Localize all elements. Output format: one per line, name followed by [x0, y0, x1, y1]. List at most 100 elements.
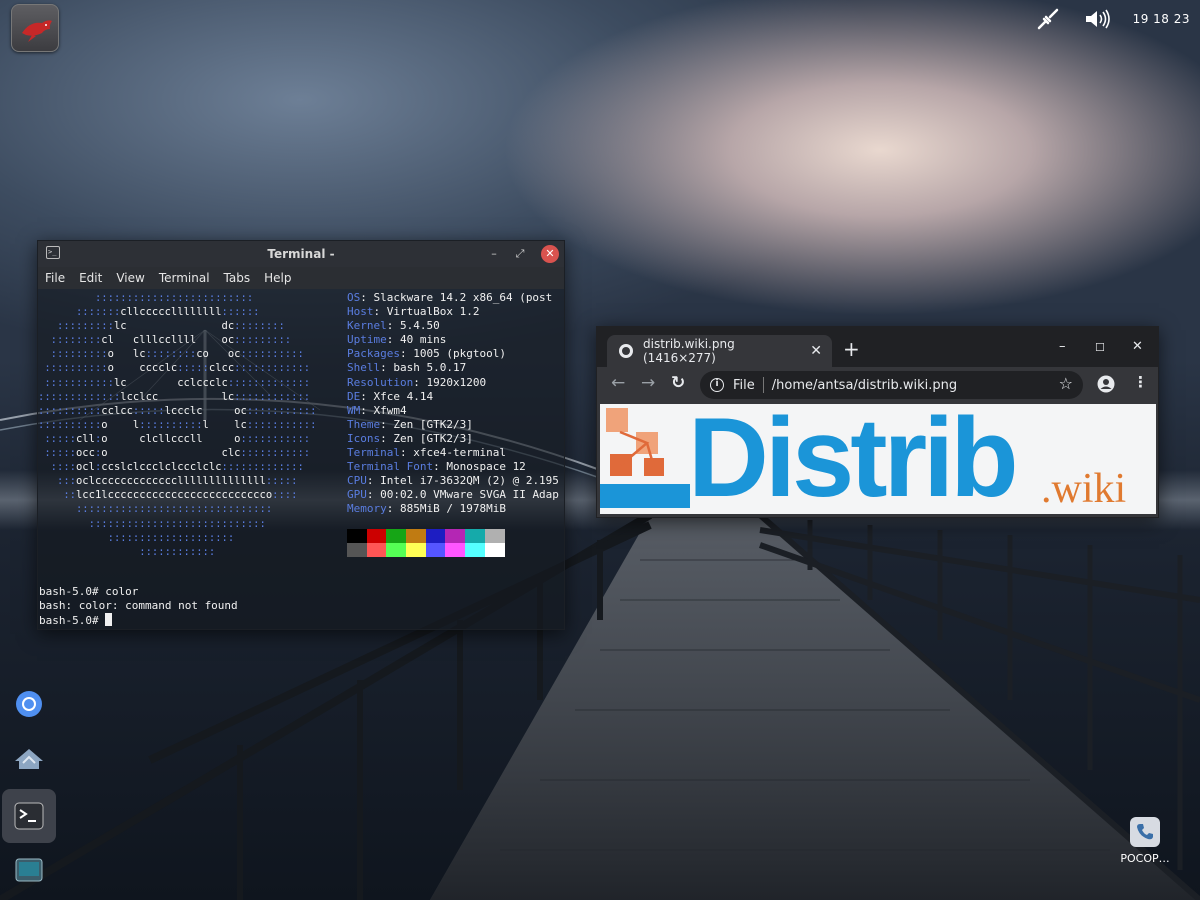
ascii-line: ::::::::::o cccclc:::::clcc::::::::::::	[44, 362, 311, 375]
palette-swatch	[347, 529, 367, 543]
minimize-button[interactable]: –	[485, 245, 503, 263]
info-key: Theme	[347, 417, 381, 431]
volume-icon[interactable]	[1083, 7, 1111, 31]
image-viewport[interactable]: Distrib .wiki	[600, 404, 1156, 514]
ascii-line: :::::::::::::::::::::::::::::::	[75, 503, 273, 516]
maximize-button[interactable]: ☐	[1095, 341, 1105, 354]
info-key: Resolution	[347, 375, 414, 389]
desktop-shortcut[interactable]: POCOP…	[1117, 817, 1173, 865]
info-value: : Slackware 14.2 x86_64 (post	[360, 291, 553, 304]
top-panel: 19 18 23	[1035, 6, 1190, 32]
ascii-line: :::::::::::::::::::::::::	[94, 292, 254, 304]
tab-title: distrib.wiki.png (1416×277)	[643, 337, 735, 365]
menu-tabs[interactable]: Tabs	[217, 271, 258, 285]
new-tab-button[interactable]: +	[843, 339, 860, 359]
info-icon[interactable]: i	[710, 378, 724, 392]
ascii-line: ::::::::::::::::::::	[107, 531, 235, 544]
info-key: Host	[347, 305, 374, 319]
palette-swatch	[347, 543, 367, 557]
ascii-line: ::::::::::cclcc:::::lccclc oc:::::::::::	[38, 404, 317, 417]
forward-icon[interactable]: →	[641, 373, 655, 393]
info-value: : 00:02.0 VMware SVGA II Adap	[366, 488, 559, 502]
maximize-button[interactable]: ⤢	[511, 245, 529, 263]
network-share-launcher[interactable]	[2, 732, 56, 786]
address-bar[interactable]: i File /home/antsa/distrib.wiki.png ☆	[700, 371, 1083, 399]
distrib-logo-mark	[600, 408, 690, 508]
back-icon[interactable]: ←	[611, 373, 625, 393]
color-palette	[347, 529, 505, 557]
info-key: GPU	[347, 488, 367, 502]
menu-help[interactable]: Help	[257, 271, 298, 285]
info-row: Terminal Font: Monospace 12	[347, 460, 559, 474]
phone-icon	[1130, 817, 1160, 847]
info-row: WM: Xfwm4	[347, 404, 559, 418]
terminal-titlebar[interactable]: >_ Terminal - – ⤢ ✕	[38, 241, 564, 267]
palette-swatch	[406, 529, 426, 543]
logo-suffix: .wiki	[1041, 466, 1127, 512]
ascii-line: :::oclcccccccccccccllllllllllllll:::::	[56, 475, 298, 488]
cursor	[105, 613, 113, 627]
close-button[interactable]: ✕	[1132, 339, 1143, 354]
info-value: : 40 mins	[386, 333, 447, 347]
bookmark-star-icon[interactable]: ☆	[1059, 374, 1073, 393]
menu-view[interactable]: View	[109, 271, 151, 285]
menu-edit[interactable]: Edit	[72, 271, 109, 285]
ascii-logo: ::::::::::::::::::::::::: :::::::cllcccc…	[38, 291, 316, 559]
menu-kebab-icon[interactable]: ⋮	[1133, 373, 1148, 391]
network-icon[interactable]	[1035, 6, 1061, 32]
profile-icon[interactable]	[1097, 375, 1115, 397]
info-key: Icons	[347, 431, 381, 445]
tab-close-icon[interactable]: ✕	[810, 343, 822, 359]
info-value: : 5.4.50	[386, 319, 440, 333]
ascii-line: ::::::::::::::::::::::::::::	[88, 517, 266, 530]
terminal-window[interactable]: >_ Terminal - – ⤢ ✕ File Edit View Termi…	[37, 240, 565, 630]
info-key: Memory	[347, 502, 387, 516]
info-key: CPU	[347, 474, 367, 488]
desktop-icon-label: POCOP…	[1120, 852, 1170, 865]
info-row: Uptime: 40 mins	[347, 333, 559, 347]
close-button[interactable]: ✕	[541, 245, 559, 263]
terminal-output[interactable]: ::::::::::::::::::::::::: :::::::cllcccc…	[38, 289, 564, 629]
info-value: : VirtualBox 1.2	[373, 305, 480, 319]
tab-distrib[interactable]: distrib.wiki.png (1416×277) ✕	[607, 335, 832, 367]
browser-toolbar: ← → ↻ i File /home/antsa/distrib.wiki.pn…	[597, 367, 1158, 403]
ascii-line: ::lcc1lccccccccccccccccccccccccco::::	[63, 489, 298, 502]
info-value: : Zen [GTK2/3]	[380, 431, 473, 445]
terminal-launcher[interactable]	[2, 789, 56, 843]
info-row: Resolution: 1920x1200	[347, 376, 559, 390]
screen-launcher[interactable]	[2, 844, 56, 898]
info-key: Terminal Font	[347, 460, 434, 474]
info-row: Shell: bash 5.0.17	[347, 361, 559, 375]
info-value: : Xfce 4.14	[360, 389, 434, 403]
info-value: : Zen [GTK2/3]	[380, 417, 473, 431]
ascii-line: ::::ocl:ccslclccclclccclclc:::::::::::::	[50, 461, 304, 474]
chromium-icon	[16, 691, 42, 717]
ascii-line: ::::::::::::	[139, 545, 216, 558]
info-row: CPU: Intel i7-3632QM (2) @ 2.195	[347, 474, 559, 488]
reload-icon[interactable]: ↻	[671, 373, 685, 393]
info-key: DE	[347, 389, 361, 403]
slackware-logo-icon[interactable]	[11, 4, 59, 52]
menu-terminal[interactable]: Terminal	[152, 271, 217, 285]
menu-file[interactable]: File	[38, 271, 72, 285]
globe-icon	[619, 344, 633, 358]
info-row: Packages: 1005 (pkgtool)	[347, 347, 559, 361]
minimize-button[interactable]: –	[1059, 339, 1066, 354]
info-value: : 1005 (pkgtool)	[399, 347, 506, 361]
clock[interactable]: 19 18 23	[1133, 12, 1190, 26]
info-row: OS: Slackware 14.2 x86_64 (post	[347, 291, 559, 305]
info-value: : 1920x1200	[413, 375, 487, 389]
palette-swatch	[406, 543, 426, 557]
ascii-line: :::::cll:o clcllcccll o:::::::::::	[44, 432, 311, 445]
browser-window[interactable]: distrib.wiki.png (1416×277) ✕ + – ☐ ✕ ← …	[596, 326, 1159, 518]
info-row: Kernel: 5.4.50	[347, 319, 559, 333]
info-key: Packages	[347, 347, 400, 361]
network-share-icon	[15, 749, 43, 769]
info-value: : Monospace 12	[433, 460, 526, 474]
palette-swatch	[484, 529, 505, 543]
chromium-launcher[interactable]	[2, 677, 56, 731]
url-text[interactable]: /home/antsa/distrib.wiki.png	[772, 378, 957, 393]
ascii-line: :::::::::::lc cclccclc:::::::::::::	[44, 376, 311, 389]
ascii-line: ::::::::::o l::::::::::l lc:::::::::::	[38, 418, 317, 431]
command-error: bash: color: command not found	[39, 599, 238, 613]
